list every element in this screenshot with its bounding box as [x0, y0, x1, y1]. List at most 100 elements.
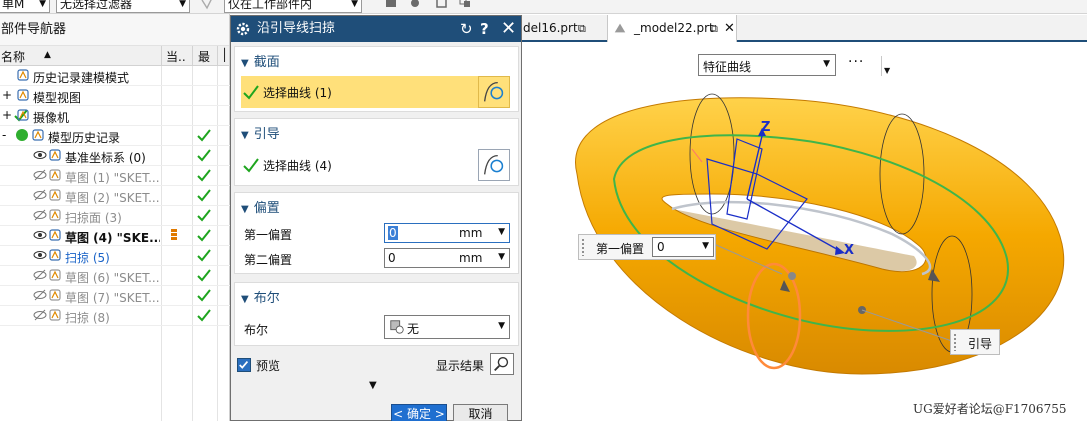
tree-row-label: 草图 (7) "SKET... — [65, 291, 160, 305]
axis-z-label: Z — [761, 120, 771, 135]
tree-row[interactable]: 草图 (2) "SKET... — [0, 186, 230, 206]
overlay-offset-field[interactable]: 0 ▼ — [652, 237, 714, 257]
hidden-eye-icon[interactable] — [33, 288, 47, 302]
popout-icon[interactable]: ⧉ — [578, 15, 586, 42]
boolean-label: 布尔 — [244, 323, 269, 337]
drag-handle[interactable] — [953, 333, 957, 351]
select-tool-icon[interactable] — [384, 0, 398, 11]
boolean-dropdown[interactable]: 无 ▼ — [384, 315, 510, 339]
chevron-down-icon[interactable]: ▼ — [498, 252, 505, 262]
active-status-icon — [15, 128, 29, 142]
popout-icon[interactable]: ⧉ — [710, 15, 718, 42]
sketch-icon — [48, 228, 62, 242]
section-offset-header[interactable]: ▼ 偏置 — [241, 197, 280, 216]
second-offset-label: 第二偏置 — [244, 253, 293, 267]
collapse-icon: ▼ — [241, 130, 249, 141]
second-offset-field[interactable]: 0 mm ▼ — [384, 248, 510, 268]
column-latest[interactable]: 最 — [198, 48, 210, 65]
filter-reset-icon[interactable] — [200, 0, 214, 11]
tree-row[interactable]: 扫掠面 (3) — [0, 206, 230, 226]
checkmark-icon — [196, 227, 212, 243]
tree-row-label: 草图 (6) "SKET... — [65, 271, 160, 285]
section-profile-header[interactable]: ▼ 截面 — [241, 51, 280, 70]
tree-row[interactable]: 草图 (7) "SKET... — [0, 286, 230, 306]
guide-select-label: 选择曲线 (4) — [263, 159, 332, 173]
drag-handle[interactable] — [581, 238, 585, 256]
select-face-icon[interactable] — [458, 0, 472, 11]
close-icon[interactable]: ✕ — [724, 15, 735, 42]
gear-select-icon[interactable] — [408, 0, 422, 11]
hidden-eye-icon[interactable] — [33, 308, 47, 322]
first-offset-field[interactable]: 0 mm ▼ — [384, 223, 510, 243]
tree-row[interactable]: 基准坐标系 (0) — [0, 146, 230, 166]
section-profile: ▼ 截面 选择曲线 (1) — [234, 46, 519, 112]
hidden-eye-icon[interactable] — [33, 168, 47, 182]
magnifier-icon — [494, 356, 509, 372]
profile-select-curve[interactable]: 选择曲线 (1) — [241, 76, 507, 108]
column-name[interactable]: 名称 — [1, 48, 25, 65]
graphics-viewport[interactable]: 特征曲线 ▼ ··· ▼ Z X 第一偏置 0 ▼ 引导 UG爱好者论坛@F17… — [522, 44, 1087, 421]
tree-row[interactable]: 草图 (1) "SKET... — [0, 166, 230, 186]
eye-icon[interactable] — [33, 248, 47, 262]
checkmark-icon — [243, 85, 259, 100]
first-offset-overlay[interactable]: 第一偏置 0 ▼ — [578, 234, 716, 260]
tree-row[interactable]: + 摄像机 — [0, 106, 230, 126]
eye-icon[interactable] — [33, 228, 47, 242]
cancel-button[interactable]: 取消 — [453, 404, 508, 421]
dialog-title: 沿引导线扫掠 — [257, 21, 336, 36]
eye-icon[interactable] — [33, 148, 47, 162]
select-body-icon[interactable] — [434, 0, 448, 11]
tab-label: del16.prt — [523, 21, 578, 35]
tree-row[interactable]: 扫掠 (5) — [0, 246, 230, 266]
section-offset: ▼ 偏置 第一偏置 0 mm ▼ 第二偏置 0 mm ▼ — [234, 192, 519, 274]
curve-rule-button[interactable] — [478, 76, 510, 108]
ok-button[interactable]: < 确定 > — [391, 404, 447, 421]
section-boolean-header[interactable]: ▼ 布尔 — [241, 287, 280, 306]
tree-row-label: 模型历史记录 — [48, 131, 121, 145]
menu-label: 单M — [2, 0, 25, 11]
tree-row[interactable]: 历史记录建模模式 — [0, 66, 230, 86]
menu-dropdown[interactable]: 单M ▼ — [0, 0, 50, 13]
top-toolbar: 单M ▼ 无选择过滤器 ▼ 仅在工作部件内 ▼ — [0, 0, 1087, 14]
hidden-eye-icon[interactable] — [33, 268, 47, 282]
sweep-icon — [48, 308, 62, 322]
first-offset-unit: mm — [459, 226, 483, 240]
boolean-none-icon — [390, 320, 404, 334]
axis-x-label: X — [844, 243, 855, 258]
checkmark-icon — [196, 267, 212, 283]
reset-icon[interactable]: ↻ — [460, 16, 473, 42]
boolean-value: 无 — [407, 322, 420, 336]
column-extra[interactable]: │ — [221, 48, 228, 62]
section-guide-header[interactable]: ▼ 引导 — [241, 123, 280, 142]
guide-curve-rule-button[interactable] — [478, 149, 510, 181]
section-offset-title: 偏置 — [253, 201, 280, 216]
collapse-icon[interactable]: - — [2, 128, 16, 142]
preview-checkbox[interactable] — [237, 358, 251, 372]
more-options-icon[interactable]: ▼ — [369, 380, 377, 391]
tree-row[interactable]: - 模型历史记录 — [0, 126, 230, 146]
chevron-down-icon[interactable]: ▼ — [498, 227, 505, 237]
help-icon[interactable]: ? — [480, 16, 489, 42]
hidden-eye-icon[interactable] — [33, 208, 47, 222]
sort-ascending-icon[interactable]: ▲ — [44, 50, 51, 60]
tab-model22[interactable]: _model22.prt ⧉ ✕ — [607, 15, 737, 42]
tab-model16[interactable]: del16.prt ⧉ — [522, 15, 606, 42]
tree-row[interactable]: 草图 (4) "SKE... — [0, 226, 230, 246]
selection-scope-label: 仅在工作部件内 — [228, 0, 313, 11]
hidden-eye-icon[interactable] — [33, 188, 47, 202]
checkmark-icon — [243, 158, 259, 173]
tree-row[interactable]: 草图 (6) "SKET... — [0, 266, 230, 286]
tree-row[interactable]: 扫掠 (8) — [0, 306, 230, 326]
selection-filter-dropdown[interactable]: 无选择过滤器 ▼ — [56, 0, 190, 13]
guide-select-curve[interactable]: 选择曲线 (4) — [241, 149, 507, 181]
close-icon[interactable]: ✕ — [501, 16, 516, 42]
section-guide-title: 引导 — [253, 127, 280, 142]
column-current[interactable]: 当.. — [166, 48, 186, 65]
sketch-icon — [48, 188, 62, 202]
expand-icon[interactable]: + — [2, 88, 16, 102]
selection-scope-dropdown[interactable]: 仅在工作部件内 ▼ — [224, 0, 362, 13]
guide-overlay[interactable]: 引导 — [950, 329, 1000, 355]
show-result-button[interactable] — [490, 353, 514, 375]
checkmark-icon — [196, 207, 212, 223]
tree-row[interactable]: + 模型视图 — [0, 86, 230, 106]
